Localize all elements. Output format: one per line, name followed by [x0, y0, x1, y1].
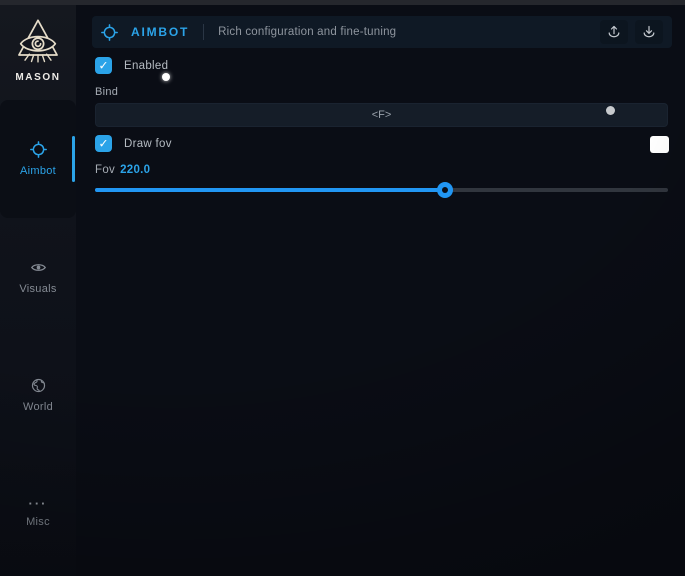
- active-tab-indicator: [72, 136, 75, 182]
- sidebar: MASON Aimbot Visuals: [0, 5, 76, 576]
- ellipsis-icon: ···: [29, 499, 48, 509]
- fov-color-swatch[interactable]: [650, 136, 669, 153]
- fov-label-row: Fov 220.0: [95, 164, 150, 176]
- bind-label: Bind: [95, 86, 118, 98]
- crosshair-icon: [101, 24, 118, 41]
- download-icon: [641, 24, 657, 40]
- sidebar-item-label: World: [23, 401, 53, 413]
- sidebar-item-visuals[interactable]: Visuals: [0, 218, 76, 336]
- eye-pyramid-icon: [12, 14, 64, 70]
- window-top-edge: [0, 0, 685, 5]
- enabled-label: Enabled: [124, 60, 168, 72]
- draw-fov-checkbox[interactable]: ✓: [95, 135, 112, 152]
- page-title: AIMBOT: [131, 25, 189, 39]
- page-subtitle: Rich configuration and fine-tuning: [218, 26, 396, 38]
- mouse-cursor-dot: [162, 73, 170, 81]
- crosshair-icon: [30, 141, 47, 158]
- draw-fov-row: ✓ Draw fov: [95, 135, 172, 152]
- bind-key-button[interactable]: <F>: [95, 103, 668, 127]
- sidebar-item-label: Misc: [26, 516, 50, 528]
- fov-slider-handle[interactable]: [437, 182, 453, 198]
- app-title: MASON: [15, 72, 60, 83]
- header-divider: [203, 24, 204, 40]
- globe-icon: [30, 377, 47, 394]
- sidebar-nav: Aimbot Visuals World ···: [0, 100, 76, 572]
- bind-key-value: <F>: [372, 109, 392, 121]
- eye-icon: [30, 259, 47, 276]
- indicator-dot: [606, 106, 615, 115]
- enabled-row: ✓ Enabled: [95, 57, 168, 74]
- check-icon: ✓: [98, 59, 108, 71]
- fov-label: Fov: [95, 164, 115, 176]
- sidebar-item-world[interactable]: World: [0, 336, 76, 454]
- app-window: MASON Aimbot Visuals: [0, 0, 685, 576]
- check-icon: ✓: [98, 137, 108, 149]
- fov-value: 220.0: [120, 164, 150, 176]
- sidebar-item-misc[interactable]: ··· Misc: [0, 454, 76, 572]
- sidebar-item-label: Visuals: [19, 283, 56, 295]
- upload-icon: [606, 24, 622, 40]
- app-logo: MASON: [0, 14, 76, 83]
- fov-slider[interactable]: [95, 188, 668, 192]
- fov-slider-fill: [95, 188, 445, 192]
- download-config-button[interactable]: [635, 20, 663, 44]
- sidebar-item-aimbot[interactable]: Aimbot: [0, 100, 76, 218]
- draw-fov-label: Draw fov: [124, 138, 172, 150]
- upload-config-button[interactable]: [600, 20, 628, 44]
- enabled-checkbox[interactable]: ✓: [95, 57, 112, 74]
- sidebar-item-label: Aimbot: [20, 165, 56, 177]
- page-header: AIMBOT Rich configuration and fine-tunin…: [92, 16, 672, 48]
